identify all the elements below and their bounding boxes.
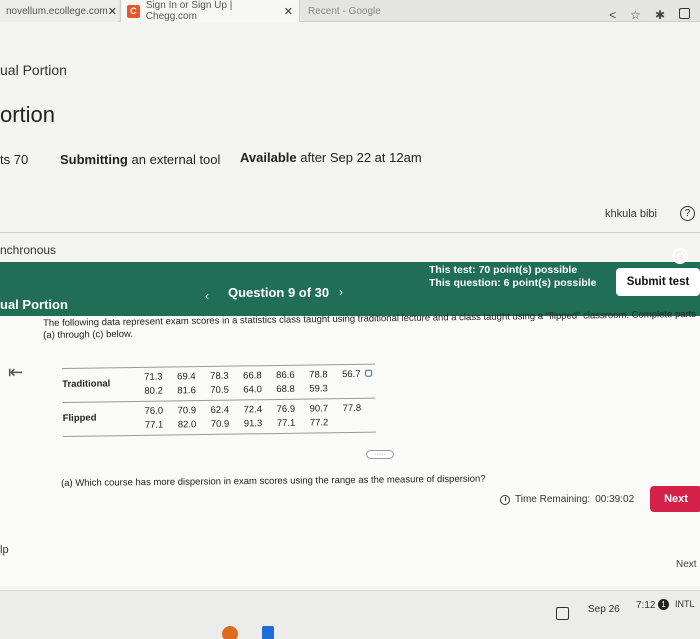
table-cell: 71.3 <box>144 371 163 383</box>
question-content <box>0 316 700 586</box>
chegg-logo-icon: C <box>127 4 140 18</box>
browser-tab-chegg[interactable]: C Sign In or Sign Up | Chegg.com ✕ <box>120 0 300 22</box>
next-button[interactable]: Next <box>650 486 700 512</box>
table-cell: 76.0 <box>144 405 164 417</box>
points-label: ts 70 <box>0 152 29 167</box>
traditional-group: Traditional 71.3 69.4 78.3 66.8 86.6 78.… <box>62 363 376 402</box>
table-cell: 66.8 <box>243 370 262 382</box>
next-question-button[interactable]: › <box>334 285 348 299</box>
table-cell: 77.2 <box>309 417 329 429</box>
submitting-label: Submitting <box>60 152 128 167</box>
page-title: ortion <box>0 102 56 127</box>
tab-label: novellum.ecollege.com <box>6 5 108 17</box>
expand-more-button[interactable]: ····· <box>366 450 394 459</box>
star-icon[interactable]: ☆ <box>630 8 641 22</box>
flipped-group: Flipped 76.0 70.9 62.4 72.4 76.9 90.7 77… <box>62 397 376 437</box>
table-cell: 81.6 <box>177 385 196 397</box>
time-remaining: Time Remaining: 00:39:02 <box>500 494 634 505</box>
table-cell: 68.8 <box>276 383 295 396</box>
keyboard-language[interactable]: INTL <box>675 599 695 609</box>
browser-tabbar: novellum.ecollege.com ✕ C Sign In or Sig… <box>0 0 700 22</box>
help-icon[interactable]: ? <box>680 206 695 221</box>
table-cell-value: 56.7 <box>342 368 361 381</box>
table-cell: 77.1 <box>276 417 296 430</box>
data-table: Traditional 71.3 69.4 78.3 66.8 86.6 78.… <box>62 363 376 437</box>
table-cell: 86.6 <box>276 369 295 382</box>
table-cell: 70.9 <box>177 405 197 417</box>
window-icon[interactable] <box>679 8 690 19</box>
portion-label: ual Portion <box>0 297 68 312</box>
table-cell: 78.3 <box>210 370 229 382</box>
table-cell: 77.8 <box>342 402 362 415</box>
submitting-info: Submitting an external tool <box>60 152 220 167</box>
divider <box>0 232 700 233</box>
submitting-value: an external tool <box>131 152 221 167</box>
table-cell: 78.8 <box>309 369 328 381</box>
browser-tab-ecollege[interactable]: novellum.ecollege.com ✕ <box>0 0 118 22</box>
table-cell: 70.9 <box>210 418 230 430</box>
available-value: after Sep 22 at 12am <box>300 150 422 165</box>
browser-tab-google[interactable]: Recent - Google <box>302 0 422 22</box>
table-cell: 82.0 <box>177 419 197 431</box>
user-name[interactable]: khkula bibi <box>605 208 657 220</box>
table-row: 77.1 82.0 70.9 91.3 77.1 77.2 <box>145 417 376 431</box>
extension-icon[interactable]: ✱ <box>655 8 665 22</box>
screenshot-icon[interactable] <box>556 607 569 620</box>
table-row: 76.0 70.9 62.4 72.4 76.9 90.7 77.8 <box>145 403 376 417</box>
help-link[interactable]: lp <box>0 544 9 556</box>
taskbar-time: 7:12 <box>636 600 656 611</box>
next-link[interactable]: Next <box>676 559 697 570</box>
submit-test-button[interactable]: Submit test <box>616 268 700 296</box>
clock-icon <box>500 494 510 505</box>
table-cell: 72.4 <box>243 404 263 416</box>
table-cell: 64.0 <box>243 384 262 396</box>
prev-question-button[interactable]: ‹ <box>200 289 214 303</box>
test-info: This test: 70 point(s) possible This que… <box>429 264 596 290</box>
taskbar-date: Sep 26 <box>588 604 620 615</box>
table-cell: 90.7 <box>309 403 329 415</box>
table-cell: 80.2 <box>144 385 163 397</box>
row-label: Flipped <box>62 412 97 424</box>
table-cell: 59.3 <box>309 383 328 395</box>
copy-data-icon[interactable] <box>364 369 372 377</box>
available-label: Available <box>240 150 297 165</box>
notification-badge[interactable]: 1 <box>658 599 669 610</box>
test-points: This test: 70 point(s) possible <box>429 264 578 276</box>
close-icon[interactable]: ✕ <box>284 5 293 18</box>
sync-label: nchronous <box>0 243 57 257</box>
table-cell: 62.4 <box>210 404 230 416</box>
tab-label: Recent - Google <box>308 5 381 17</box>
available-info: Available after Sep 22 at 12am <box>240 150 422 165</box>
close-icon[interactable]: ✕ <box>108 5 117 18</box>
question-title[interactable]: Question 9 of 30 <box>228 285 329 300</box>
collapse-icon[interactable]: ⇤ <box>8 362 23 383</box>
table-cell: 70.5 <box>210 384 229 396</box>
table-row: 71.3 69.4 78.3 66.8 86.6 78.8 56.7 <box>144 369 375 383</box>
table-cell: 91.3 <box>243 418 263 430</box>
page: novellum.ecollege.com ✕ C Sign In or Sig… <box>0 0 700 639</box>
app-icon[interactable] <box>262 626 274 639</box>
browser-app-icon[interactable] <box>222 626 238 639</box>
gear-icon[interactable] <box>672 248 688 264</box>
table-cell: 69.4 <box>177 371 196 383</box>
share-icon[interactable]: < <box>609 8 616 22</box>
browser-toolbar: < ☆ ✱ <box>609 8 690 22</box>
table-cell: 56.7 <box>342 369 375 380</box>
table-row: 80.2 81.6 70.5 64.0 68.8 59.3 <box>144 383 375 397</box>
breadcrumb[interactable]: ual Portion <box>0 62 67 78</box>
tab-label: Sign In or Sign Up | Chegg.com <box>145 0 233 22</box>
table-cell: 76.9 <box>276 403 296 416</box>
table-cell: 77.1 <box>144 419 164 431</box>
question-points: This question: 6 point(s) possible <box>429 277 597 289</box>
time-label: Time Remaining: <box>515 494 591 505</box>
time-value: 00:39:02 <box>595 494 635 505</box>
row-label: Traditional <box>62 378 111 390</box>
